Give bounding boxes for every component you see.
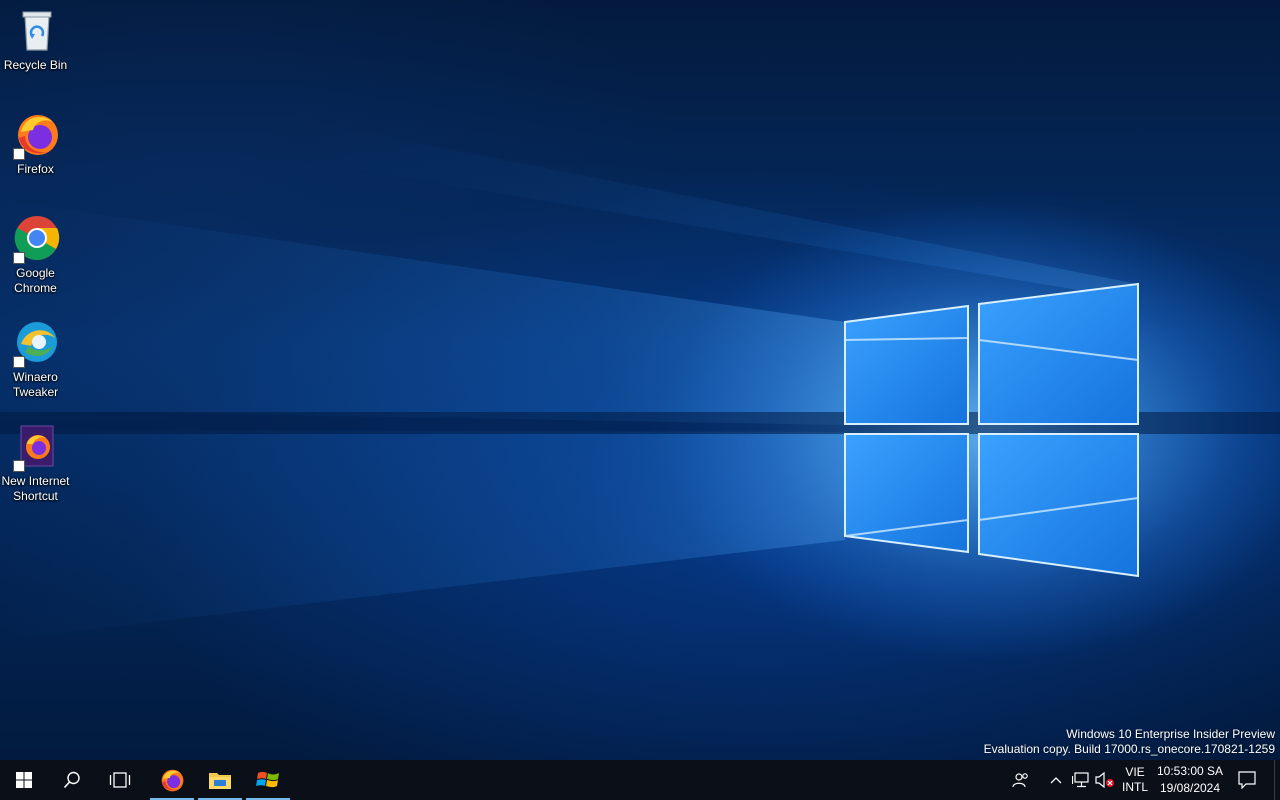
wallpaper-windows-logo xyxy=(0,120,1280,660)
desktop-icon-label: New Internet Shortcut xyxy=(1,474,70,503)
network-icon xyxy=(1072,772,1089,788)
desktop-icon-firefox[interactable]: Firefox xyxy=(2,110,72,177)
recycle-bin-icon xyxy=(13,6,61,54)
desktop[interactable]: Recycle Bin Firefox Google Chrome Winaer… xyxy=(0,0,1280,760)
language-code: VIE xyxy=(1125,765,1145,779)
task-view-icon xyxy=(109,772,131,788)
watermark-edition: Windows 10 Enterprise Insider Preview xyxy=(1066,727,1275,741)
windows-evaluation-watermark: Windows 10 Enterprise Insider Preview Ev… xyxy=(984,727,1275,757)
desktop-icon-label: Firefox xyxy=(17,162,54,176)
taskbar-app-firefox[interactable] xyxy=(148,760,196,800)
desktop-icon-label: Winaero Tweaker xyxy=(12,370,59,399)
shortcut-arrow-icon xyxy=(13,252,25,264)
show-hidden-icons-button[interactable] xyxy=(1046,760,1066,800)
desktop-icon-new-internet-shortcut[interactable]: New Internet Shortcut xyxy=(1,422,72,504)
clock-date: 19/08/2024 xyxy=(1159,781,1221,795)
watermark-build: Evaluation copy. Build 17000.rs_onecore.… xyxy=(983,742,1275,756)
action-center-icon xyxy=(1238,771,1256,789)
clock-time: 10:53:00 SA xyxy=(1156,764,1224,778)
taskbar: VIE INTL 10:53:00 SA 19/08/2024 xyxy=(0,760,1280,800)
taskbar-app-file-explorer[interactable] xyxy=(196,760,244,800)
folder-icon xyxy=(209,773,231,789)
clock[interactable]: 10:53:00 SA 19/08/2024 xyxy=(1154,760,1226,800)
windows-logo-icon xyxy=(16,772,32,788)
people-button[interactable] xyxy=(1008,760,1034,800)
volume-muted-icon xyxy=(1095,772,1114,788)
shortcut-arrow-icon xyxy=(13,148,25,160)
search-icon xyxy=(63,771,80,789)
taskbar-app-winaero-tweaker[interactable] xyxy=(244,760,292,800)
start-button[interactable] xyxy=(0,760,48,800)
volume-button[interactable] xyxy=(1094,760,1116,800)
task-view-button[interactable] xyxy=(96,760,144,800)
firefox-document-icon xyxy=(13,422,61,472)
keyboard-layout: INTL xyxy=(1121,780,1148,794)
firefox-icon xyxy=(13,110,61,160)
desktop-icon-google-chrome[interactable]: Google Chrome xyxy=(2,214,72,296)
chevron-up-icon xyxy=(1050,777,1062,784)
chrome-icon xyxy=(13,214,61,264)
desktop-icon-winaero-tweaker[interactable]: Winaero Tweaker xyxy=(2,318,72,400)
shortcut-arrow-icon xyxy=(13,460,25,472)
firefox-icon xyxy=(161,769,184,792)
winaero-tweaker-icon xyxy=(13,318,61,368)
input-language-indicator[interactable]: VIE INTL xyxy=(1118,760,1152,800)
action-center-button[interactable] xyxy=(1232,760,1262,800)
desktop-icon-recycle-bin[interactable]: Recycle Bin xyxy=(2,6,72,73)
desktop-icon-label: Google Chrome xyxy=(14,266,57,295)
people-icon xyxy=(1012,773,1028,788)
show-desktop-button[interactable] xyxy=(1274,760,1280,800)
search-button[interactable] xyxy=(48,760,96,800)
desktop-icon-label: Recycle Bin xyxy=(3,58,68,72)
windows-flag-icon xyxy=(256,771,279,788)
shortcut-arrow-icon xyxy=(13,356,25,368)
network-button[interactable] xyxy=(1070,760,1092,800)
